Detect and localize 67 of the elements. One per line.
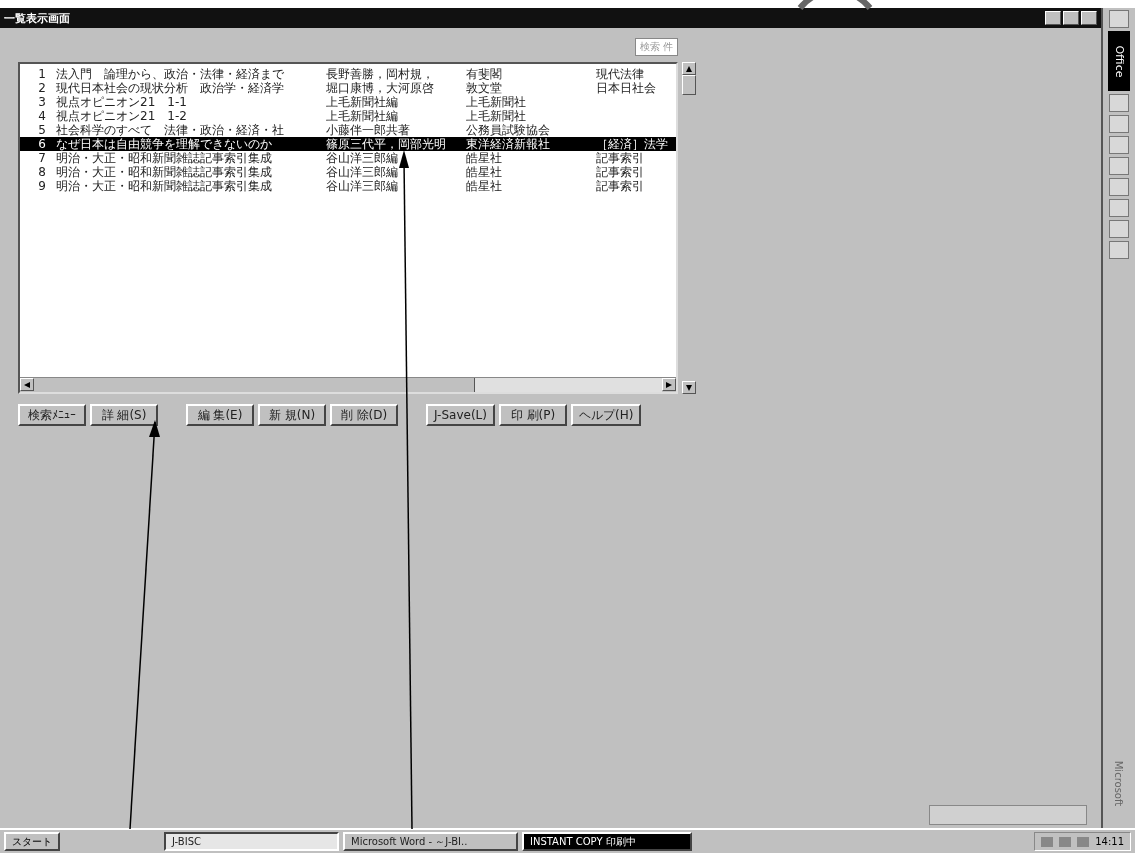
book-title: 視点オピニオン21 1-1 xyxy=(56,95,188,109)
office-bar-title: Office xyxy=(1112,44,1126,78)
book-title: 法入門 論理から、政治・法律・経済まで xyxy=(56,67,285,81)
publisher: 公務員試験協会 xyxy=(466,123,551,137)
publisher: 敦文堂 xyxy=(466,81,503,95)
row-number: 5 xyxy=(37,123,47,137)
book-title: 社会科学のすべて 法律・政治・経済・社 xyxy=(56,123,285,137)
author: 長野善勝，岡村規， xyxy=(326,67,435,81)
row-number: 3 xyxy=(37,95,47,109)
list-row[interactable]: 5 社会科学のすべて 法律・政治・経済・社 小藤伴一郎共著 公務員試験協会 xyxy=(20,123,676,137)
action-button[interactable]: ヘルプ(H) xyxy=(570,404,642,426)
list-row[interactable]: 7 明治・大正・昭和新聞雑誌記事索引集成 谷山洋三郎編 皓星社 記事索引 xyxy=(20,151,676,165)
author: 谷山洋三郎編 xyxy=(326,179,399,193)
author: 篠原三代平，岡部光明 xyxy=(326,137,447,151)
list-row[interactable]: 4 視点オピニオン21 1-2 上毛新聞社編 上毛新聞社 xyxy=(20,109,676,123)
book-title: 明治・大正・昭和新聞雑誌記事索引集成 xyxy=(56,179,273,193)
book-title: 明治・大正・昭和新聞雑誌記事索引集成 xyxy=(56,151,273,165)
book-title: 現代日本社会の現状分析 政治学・経済学 xyxy=(56,81,285,95)
row-number: 2 xyxy=(37,81,47,95)
row-number: 1 xyxy=(37,67,47,81)
list-row[interactable]: 1 法入門 論理から、政治・法律・経済まで 長野善勝，岡村規， 有斐閣 現代法律 xyxy=(20,67,676,81)
publisher: 東洋経済新報社 xyxy=(466,137,551,151)
publisher: 皓星社 xyxy=(466,151,503,165)
author: 谷山洋三郎編 xyxy=(326,165,399,179)
author: 上毛新聞社編 xyxy=(326,95,399,109)
note: 記事索引 xyxy=(596,151,645,165)
action-button[interactable]: 削 除(D) xyxy=(330,404,398,426)
action-button[interactable]: 印 刷(P) xyxy=(498,404,567,426)
publisher: 有斐閣 xyxy=(466,67,503,81)
author: 小藤伴一郎共著 xyxy=(326,123,411,137)
book-title: 視点オピニオン21 1-2 xyxy=(56,109,188,123)
row-number: 9 xyxy=(37,179,47,193)
action-button[interactable]: J-Save(L) xyxy=(426,404,495,426)
publisher: 上毛新聞社 xyxy=(466,95,527,109)
list-row[interactable]: 9 明治・大正・昭和新聞雑誌記事索引集成 谷山洋三郎編 皓星社 記事索引 xyxy=(20,179,676,193)
office-bar-footer: Microsoft xyxy=(1113,760,1125,806)
note: 日本日社会 xyxy=(596,81,657,95)
list-row[interactable]: 8 明治・大正・昭和新聞雑誌記事索引集成 谷山洋三郎編 皓星社 記事索引 xyxy=(20,165,676,179)
row-number: 7 xyxy=(37,151,47,165)
action-button[interactable]: 新 規(N) xyxy=(258,404,326,426)
note: 記事索引 xyxy=(596,179,645,193)
action-button[interactable]: 編 集(E) xyxy=(186,404,254,426)
note: ［経済］法学 xyxy=(596,137,669,151)
author: 上毛新聞社編 xyxy=(326,109,399,123)
window-title: 一覧表示画面 xyxy=(4,10,70,26)
taskbar-button[interactable]: Microsoft Word - ～J-BI.. xyxy=(343,832,518,851)
start-button[interactable]: スタート xyxy=(4,832,60,851)
note: 現代法律 xyxy=(596,67,645,81)
action-button[interactable]: 検索ﾒﾆｭｰ xyxy=(18,404,86,426)
row-number: 4 xyxy=(37,109,47,123)
row-number: 8 xyxy=(37,165,47,179)
clock: 14:11 xyxy=(1095,836,1124,847)
taskbar-button[interactable]: J-BISC xyxy=(164,832,339,851)
taskbar-button[interactable]: INSTANT COPY 印刷中 xyxy=(522,832,692,851)
row-number: 6 xyxy=(37,137,47,151)
action-button[interactable]: 詳 細(S) xyxy=(90,404,158,426)
publisher: 皓星社 xyxy=(466,179,503,193)
note: 記事索引 xyxy=(596,165,645,179)
book-title: 明治・大正・昭和新聞雑誌記事索引集成 xyxy=(56,165,273,179)
publisher: 上毛新聞社 xyxy=(466,109,527,123)
hit-count-field: 検索 件 xyxy=(634,38,678,56)
list-row[interactable]: 3 視点オピニオン21 1-1 上毛新聞社編 上毛新聞社 xyxy=(20,95,676,109)
author: 堀口康博，大河原啓 xyxy=(326,81,435,95)
publisher: 皓星社 xyxy=(466,165,503,179)
book-title: なぜ日本は自由競争を理解できないのか xyxy=(56,137,273,151)
author: 谷山洋三郎編 xyxy=(326,151,399,165)
list-row[interactable]: 2 現代日本社会の現状分析 政治学・経済学 堀口康博，大河原啓 敦文堂 日本日社会 xyxy=(20,81,676,95)
